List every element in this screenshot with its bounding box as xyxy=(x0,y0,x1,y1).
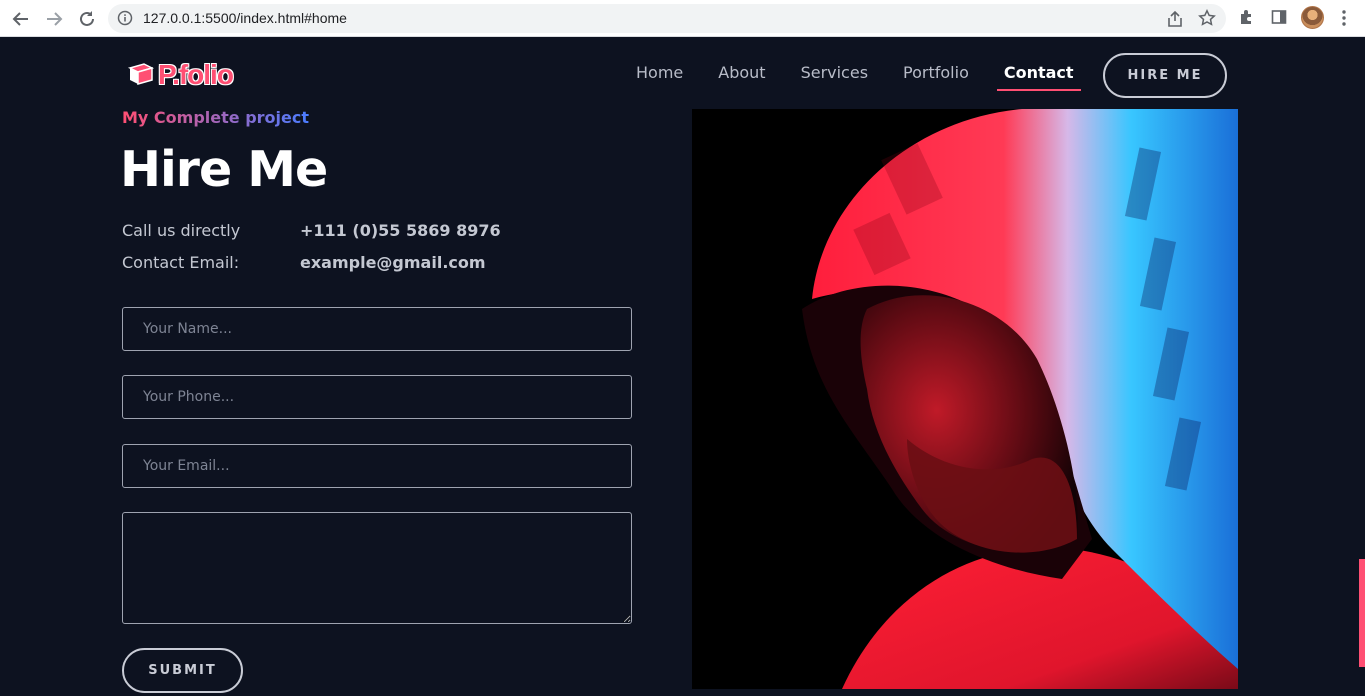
nav-home[interactable]: Home xyxy=(636,63,683,82)
page: P.folio Home About Services Portfolio Co… xyxy=(0,37,1365,696)
logo-mark-icon xyxy=(126,62,156,88)
hooded-man-illustration xyxy=(692,109,1238,689)
portrait-image xyxy=(692,109,1238,689)
main-nav: Home About Services Portfolio Contact xyxy=(636,63,1109,91)
phone-field[interactable] xyxy=(122,375,632,419)
name-field[interactable] xyxy=(122,307,632,351)
info-icon[interactable] xyxy=(117,10,133,30)
nav-contact[interactable]: Contact xyxy=(996,63,1081,91)
share-icon[interactable] xyxy=(1166,10,1184,32)
nav-about[interactable]: About xyxy=(718,63,765,82)
browser-toolbar: 127.0.0.1:5500/index.html#home xyxy=(0,0,1365,37)
reload-icon[interactable] xyxy=(75,7,99,31)
section-subtitle: My Complete project xyxy=(122,108,309,127)
star-icon[interactable] xyxy=(1198,9,1216,31)
logo-text: P.folio xyxy=(158,59,234,90)
extensions-icon[interactable] xyxy=(1238,8,1256,30)
profile-avatar[interactable] xyxy=(1301,6,1324,29)
email-field[interactable] xyxy=(122,444,632,488)
back-icon[interactable] xyxy=(9,7,33,31)
submit-button[interactable]: SUBMIT xyxy=(122,648,243,693)
menu-icon[interactable] xyxy=(1336,9,1352,31)
address-bar[interactable]: 127.0.0.1:5500/index.html#home xyxy=(108,4,1226,33)
phone-value: +111 (0)55 5869 8976 xyxy=(300,221,501,240)
hire-me-button[interactable]: HIRE ME xyxy=(1103,53,1227,98)
email-label: Contact Email: xyxy=(122,253,240,272)
scrollbar-thumb[interactable] xyxy=(1359,559,1365,667)
page-title: Hire Me xyxy=(120,141,328,198)
url-text[interactable]: 127.0.0.1:5500/index.html#home xyxy=(143,10,347,26)
side-panel-icon[interactable] xyxy=(1271,9,1287,29)
nav-portfolio[interactable]: Portfolio xyxy=(903,63,969,82)
logo[interactable]: P.folio xyxy=(126,59,234,91)
nav-services[interactable]: Services xyxy=(801,63,868,82)
message-field[interactable] xyxy=(122,512,632,624)
email-value: example@gmail.com xyxy=(300,253,486,272)
forward-icon[interactable] xyxy=(42,7,66,31)
phone-label: Call us directly xyxy=(122,221,241,240)
